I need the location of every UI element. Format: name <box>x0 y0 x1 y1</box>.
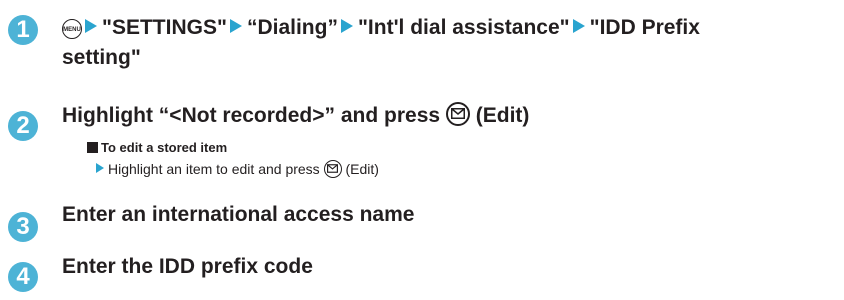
arrow-icon <box>229 19 242 33</box>
step-2-text-before: Highlight “<Not recorded>” and press <box>62 104 441 127</box>
path-item-idd-prefix: "IDD Prefix <box>589 16 700 39</box>
step-2-text-after: (Edit) <box>475 104 530 127</box>
square-bullet-icon <box>87 142 98 153</box>
path-item-dialing: “Dialing” <box>246 16 338 39</box>
sub-text-after: (Edit) <box>345 161 379 177</box>
arrow-icon <box>85 19 97 33</box>
path-item-settings: "SETTINGS" <box>102 16 227 39</box>
sub-text: Highlight an item to edit and press (Edi… <box>96 160 379 178</box>
step-1-text-continuation: setting" <box>62 46 141 69</box>
arrow-icon <box>96 163 104 173</box>
mail-key-icon <box>445 102 470 126</box>
step-4-text: Enter the IDD prefix code <box>62 255 313 278</box>
step-number-1: 1 <box>8 15 38 45</box>
arrow-icon <box>572 19 585 33</box>
step-1-text: MENU "SETTINGS" “Dialing” "Int'l dial assis… <box>62 13 700 43</box>
sub-title-text: To edit a stored item <box>101 140 228 155</box>
menu-key-icon: MENU <box>62 19 82 39</box>
step-number-2: 2 <box>8 111 38 141</box>
mail-key-icon <box>323 160 342 178</box>
path-item-intl-dial-assistance: "Int'l dial assistance" <box>357 16 570 39</box>
arrow-icon <box>340 19 353 33</box>
sub-title: To edit a stored item <box>87 140 227 156</box>
step-number-4: 4 <box>8 262 38 292</box>
step-2-text: Highlight “<Not recorded>” and press (Ed… <box>62 101 529 131</box>
sub-text-before: Highlight an item to edit and press <box>108 161 320 177</box>
step-3-text: Enter an international access name <box>62 203 415 226</box>
step-number-3: 3 <box>8 212 38 242</box>
